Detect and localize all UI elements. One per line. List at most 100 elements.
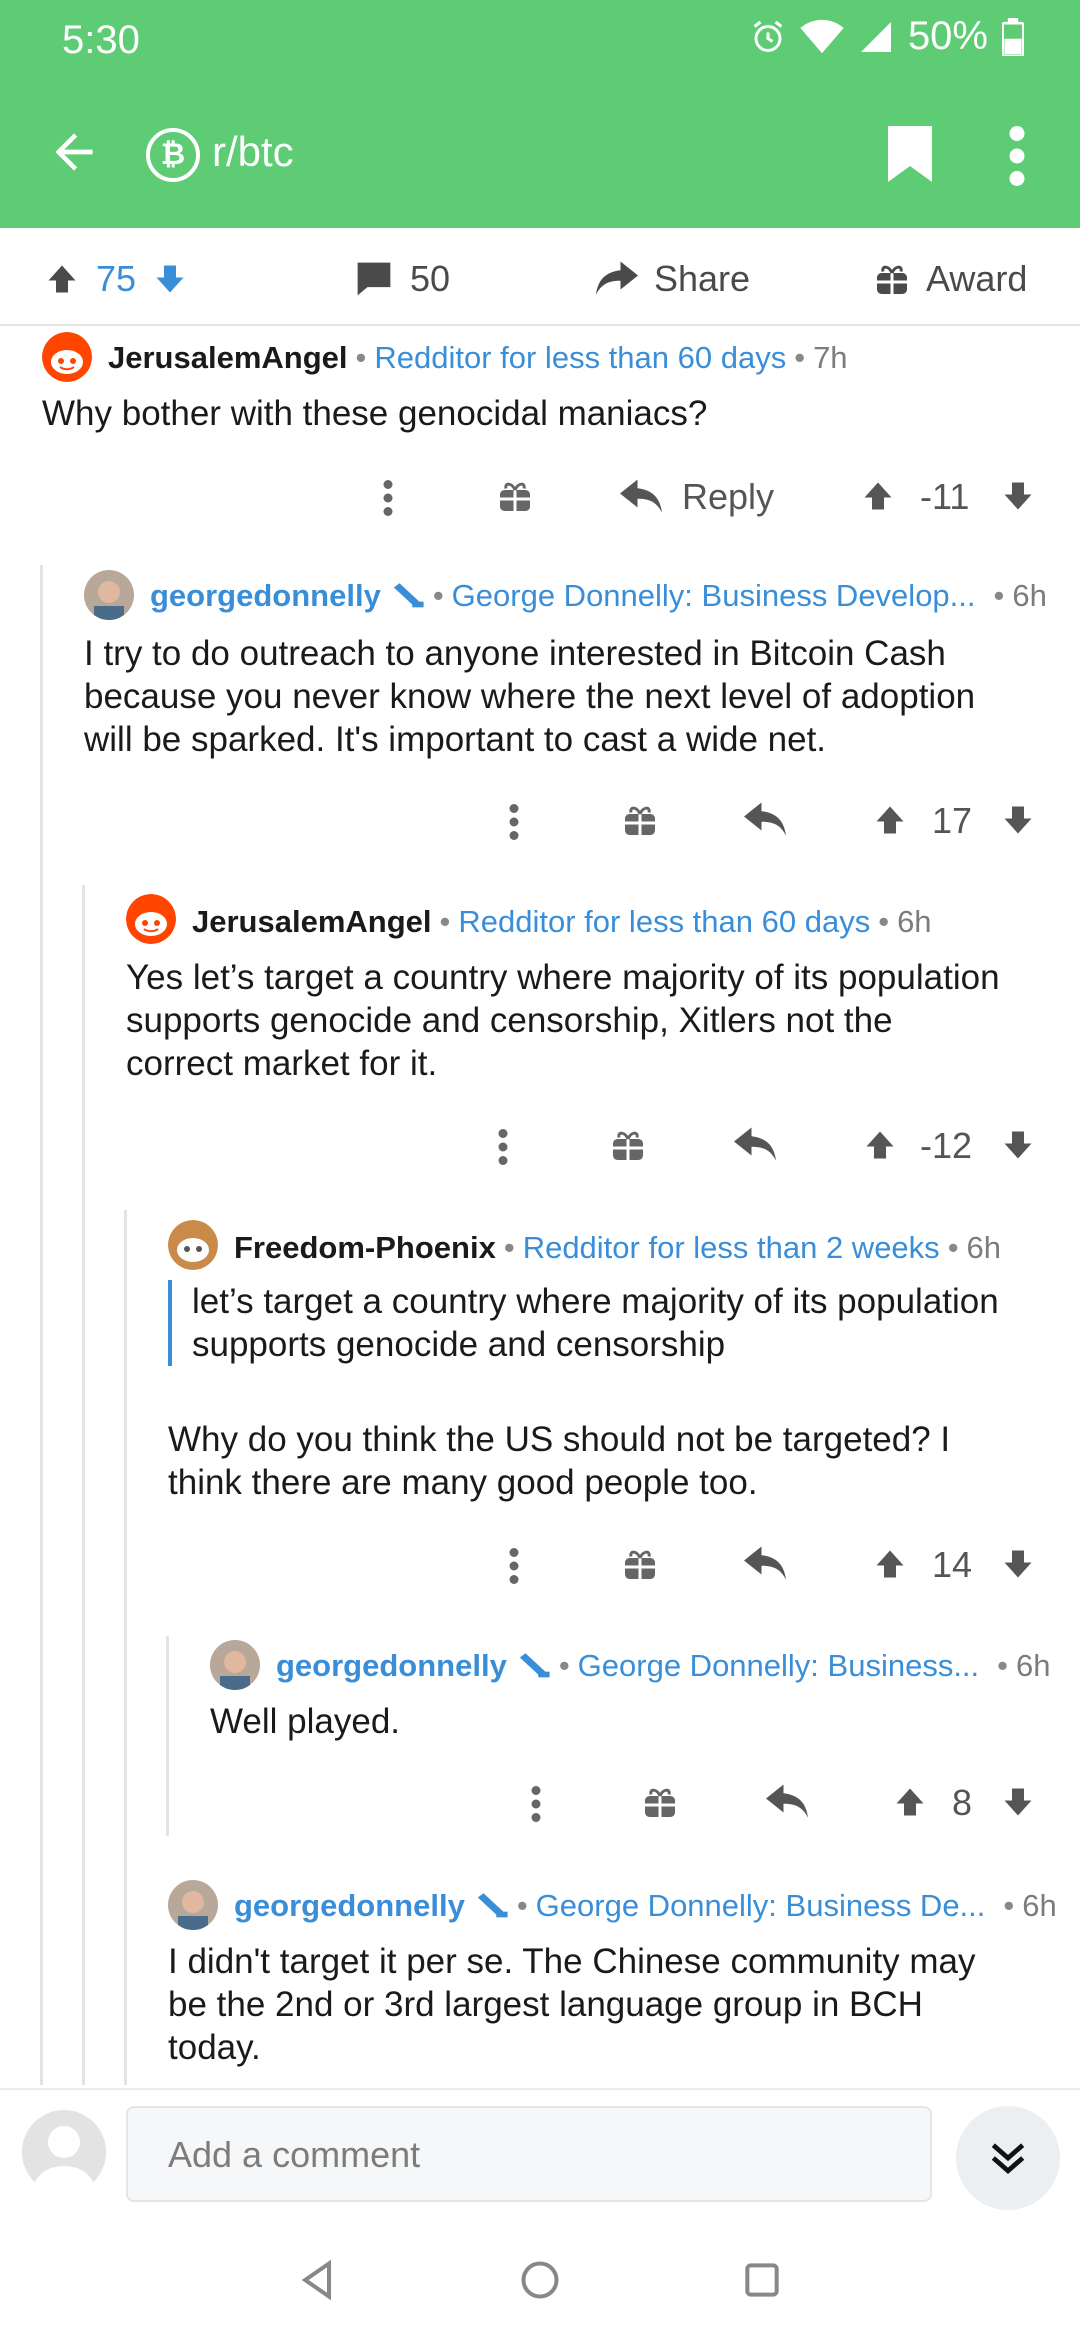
avatar[interactable] xyxy=(210,1640,260,1690)
comment-age: 7h xyxy=(813,340,848,375)
user-flair: Redditor for less than 60 days xyxy=(458,904,871,939)
downvote-arrow-icon[interactable] xyxy=(1000,1784,1036,1820)
more-options-icon[interactable] xyxy=(508,1546,520,1586)
gift-icon xyxy=(877,265,907,294)
comment-score: -12 xyxy=(920,1125,973,1166)
downvote-arrow-icon[interactable] xyxy=(1000,802,1036,838)
system-nav-bar xyxy=(0,2212,1080,2340)
reply-button[interactable]: Reply xyxy=(620,476,774,518)
add-comment-input[interactable]: Add a comment xyxy=(126,2106,932,2202)
downvote-arrow-icon[interactable] xyxy=(152,261,188,297)
avatar[interactable] xyxy=(126,894,176,944)
comment-author[interactable]: georgedonnelly xyxy=(276,1648,507,1684)
default-avatar-icon xyxy=(34,2126,94,2194)
signal-icon xyxy=(860,21,891,52)
separator-dot: • xyxy=(993,578,1005,613)
app-bar: 5:30 50% ₿ r/btc xyxy=(0,0,1080,228)
comment-line: think there are many good people too. xyxy=(168,1463,758,1502)
separator-dot: • xyxy=(432,578,444,613)
back-arrow-icon[interactable] xyxy=(46,124,102,180)
profile-photo-icon xyxy=(210,1640,260,1690)
gift-icon[interactable] xyxy=(622,802,658,838)
comment-author[interactable]: Freedom-Phoenix xyxy=(234,1230,496,1266)
separator-dot: • xyxy=(355,340,367,375)
reply-arrow-icon[interactable] xyxy=(744,802,786,838)
gift-icon[interactable] xyxy=(497,478,533,514)
upvote-arrow-icon[interactable] xyxy=(872,802,908,838)
comment-actions: 14 xyxy=(0,1534,1080,1594)
status-time: 5:30 xyxy=(62,18,140,62)
user-flair: Redditor for less than 60 days xyxy=(374,340,787,375)
downvote-arrow-icon[interactable] xyxy=(1000,1127,1036,1163)
collapse-thread-button[interactable] xyxy=(956,2106,1060,2210)
thread-line[interactable] xyxy=(124,1210,127,2085)
comment-body: Why bother with these genocidal maniacs? xyxy=(42,394,708,433)
comment-author[interactable]: JerusalemAngel xyxy=(108,340,348,376)
more-options-icon[interactable] xyxy=(497,1127,509,1167)
user-flair: George Donnelly: Business De... xyxy=(535,1888,986,1923)
gift-icon[interactable] xyxy=(622,1546,658,1582)
thread-line[interactable] xyxy=(82,885,85,2085)
comment-line: will be sparked. It's important to cast … xyxy=(84,720,827,759)
comment-author[interactable]: georgedonnelly xyxy=(234,1888,465,1924)
share-label: Share xyxy=(654,258,751,299)
upvote-arrow-icon[interactable] xyxy=(860,478,896,514)
snoo-avatar-icon xyxy=(126,894,176,944)
award-button[interactable]: Award xyxy=(874,258,1027,300)
comment-meta: Freedom-Phoenix • Redditor for less than… xyxy=(234,1230,1001,1266)
comment-line: I try to do outreach to anyone intereste… xyxy=(84,634,946,673)
separator-dot: • xyxy=(558,1648,570,1683)
comment-score: 17 xyxy=(932,800,973,841)
separator-dot: • xyxy=(794,340,806,375)
upvote-arrow-icon[interactable] xyxy=(862,1127,898,1163)
comment-line: I didn't target it per se. The Chinese c… xyxy=(168,1942,976,1981)
comment-actions: -12 xyxy=(0,1115,1080,1175)
comment-line: today. xyxy=(168,2028,261,2067)
comment-age: 6h xyxy=(1016,1648,1051,1683)
comment-author[interactable]: JerusalemAngel xyxy=(192,904,432,940)
more-options-icon[interactable] xyxy=(508,802,520,842)
bookmark-icon[interactable] xyxy=(888,126,932,182)
battery-icon xyxy=(1002,17,1024,56)
comments-count[interactable]: 50 xyxy=(354,258,450,300)
nav-back-icon[interactable] xyxy=(296,2258,340,2302)
share-button[interactable]: Share xyxy=(596,258,750,300)
avatar[interactable] xyxy=(168,1880,218,1930)
reply-arrow-icon[interactable] xyxy=(734,1127,776,1163)
upvote-arrow-icon[interactable] xyxy=(44,261,80,297)
comment-line: supports genocide and censorship, Xitler… xyxy=(126,1001,893,1040)
comment-age: 6h xyxy=(1012,578,1047,613)
more-options-icon[interactable] xyxy=(530,1784,542,1824)
avatar[interactable] xyxy=(42,332,92,382)
reply-arrow-icon[interactable] xyxy=(744,1546,786,1582)
separator-dot: • xyxy=(516,1888,528,1923)
more-options-icon[interactable] xyxy=(382,478,394,518)
wifi-icon xyxy=(800,19,844,53)
comments-count-label: 50 xyxy=(410,258,451,299)
comment-body: Well played. xyxy=(210,1702,401,1741)
quote-line: supports genocide and censorship xyxy=(192,1325,726,1364)
gift-icon[interactable] xyxy=(642,1784,678,1820)
downvote-arrow-icon[interactable] xyxy=(1000,1546,1036,1582)
downvote-arrow-icon[interactable] xyxy=(1000,478,1036,514)
nav-home-icon[interactable] xyxy=(518,2258,562,2302)
comment-body: Why do you think the US should not be ta… xyxy=(168,1418,950,1504)
gift-icon[interactable] xyxy=(610,1127,646,1163)
nav-recents-icon[interactable] xyxy=(740,2258,784,2302)
subreddit-name[interactable]: r/btc xyxy=(212,128,294,176)
post-action-bar: 75 50 Share Award xyxy=(0,228,1080,326)
bitcoin-icon: ₿ xyxy=(146,128,200,182)
avatar[interactable] xyxy=(168,1220,218,1270)
user-avatar[interactable] xyxy=(22,2110,106,2194)
post-vote: 75 xyxy=(44,258,188,300)
upvote-arrow-icon[interactable] xyxy=(892,1784,928,1820)
comment-meta: JerusalemAngel • Redditor for less than … xyxy=(108,340,848,376)
comment-actions: Reply -11 xyxy=(0,466,1080,526)
overflow-menu-icon[interactable] xyxy=(1005,126,1029,186)
comment-line: correct market for it. xyxy=(126,1044,438,1083)
avatar[interactable] xyxy=(84,570,134,620)
comment-author[interactable]: georgedonnelly xyxy=(150,578,381,614)
reply-arrow-icon[interactable] xyxy=(766,1784,808,1820)
upvote-arrow-icon[interactable] xyxy=(872,1546,908,1582)
separator-dot: • xyxy=(878,904,890,939)
